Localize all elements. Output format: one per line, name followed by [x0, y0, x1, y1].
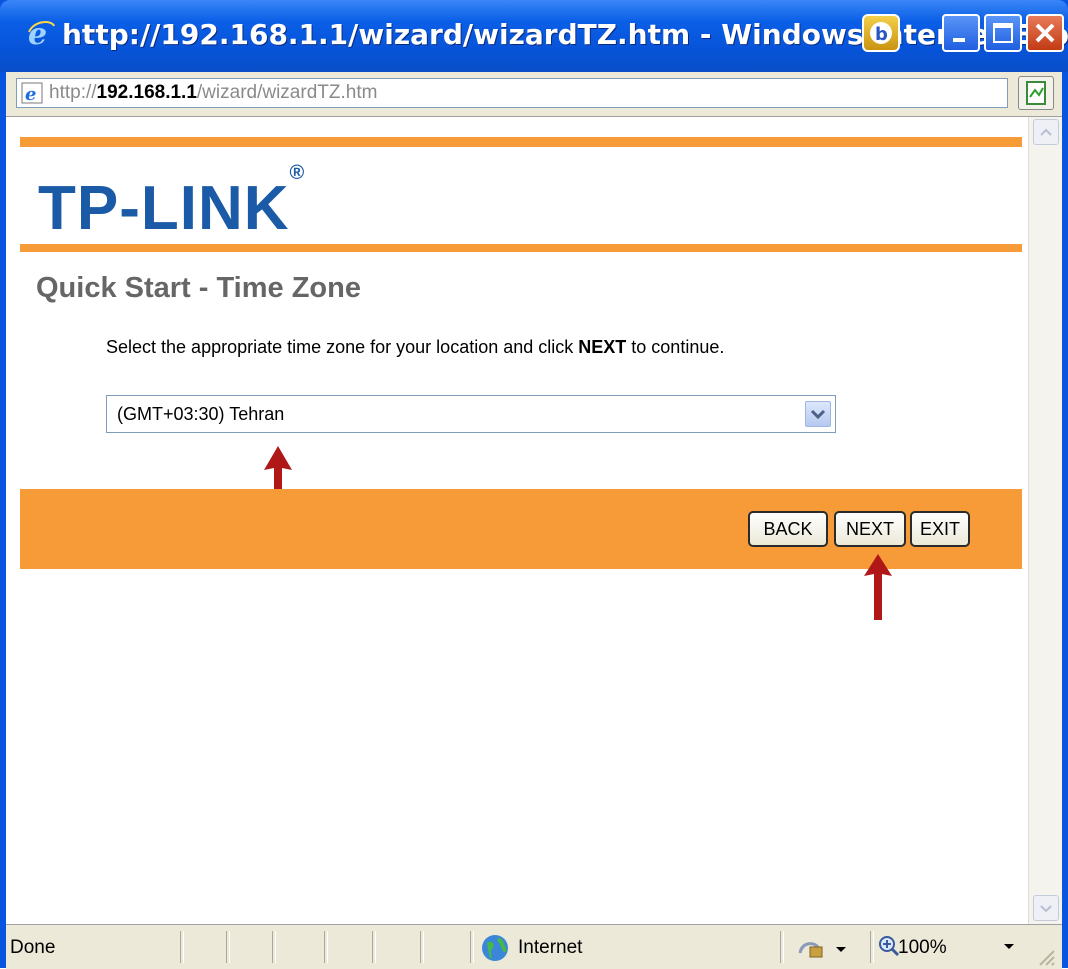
page-viewport: TP-LINK® Quick Start - Time Zone Select … — [6, 117, 1062, 924]
next-button[interactable]: NEXT — [834, 511, 906, 547]
url-field[interactable]: e http://192.168.1.1/wizard/wizardTZ.htm — [16, 78, 1008, 108]
url-host: 192.168.1.1 — [96, 82, 197, 103]
address-bar: e http://192.168.1.1/wizard/wizardTZ.htm — [6, 72, 1062, 117]
page-title: Quick Start - Time Zone — [36, 272, 361, 304]
top-divider — [20, 137, 1022, 147]
scroll-down-icon[interactable] — [1033, 895, 1059, 921]
globe-icon — [482, 935, 508, 961]
page-icon: e — [21, 82, 43, 104]
window-title: http://192.168.1.1/wizard/wizardTZ.htm -… — [62, 18, 1068, 51]
status-text: Done — [10, 937, 56, 958]
maximize-button[interactable] — [984, 14, 1022, 52]
svg-text:e: e — [25, 84, 36, 104]
security-zone[interactable]: Internet — [480, 933, 582, 968]
timezone-select[interactable]: (GMT+03:30) Tehran — [106, 395, 836, 433]
scroll-up-icon[interactable] — [1033, 119, 1059, 145]
logo-divider — [20, 244, 1022, 252]
chevron-down-icon[interactable] — [805, 401, 831, 427]
close-button[interactable] — [1026, 14, 1064, 52]
exit-button[interactable]: EXIT — [910, 511, 970, 547]
ie-icon: e — [28, 18, 55, 48]
vertical-scrollbar[interactable] — [1028, 117, 1062, 924]
bing-toolbar-icon[interactable]: b — [862, 14, 900, 52]
url-scheme: http:// — [49, 82, 97, 103]
browser-window: e http://192.168.1.1/wizard/wizardTZ.htm… — [0, 0, 1068, 969]
back-button[interactable]: BACK — [748, 511, 828, 547]
minimize-button[interactable] — [942, 14, 980, 52]
zoom-icon[interactable] — [878, 935, 900, 957]
resize-grip-icon[interactable] — [1036, 947, 1056, 967]
protected-mode-icon[interactable] — [796, 935, 856, 961]
zoom-level[interactable]: 100% — [898, 937, 947, 959]
zone-label: Internet — [518, 937, 583, 958]
compatibility-view-icon[interactable] — [1018, 76, 1054, 110]
title-bar[interactable]: e http://192.168.1.1/wizard/wizardTZ.htm… — [0, 0, 1068, 72]
instruction-text: Select the appropriate time zone for you… — [106, 337, 725, 357]
zoom-dropdown-icon[interactable] — [1002, 941, 1016, 953]
svg-text:b: b — [875, 24, 888, 45]
timezone-selected-value: (GMT+03:30) Tehran — [117, 404, 285, 424]
annotation-arrow-icon — [864, 554, 892, 620]
tp-link-logo: TP-LINK® — [38, 162, 306, 243]
url-path: /wizard/wizardTZ.htm — [196, 82, 378, 103]
status-bar: Done Internet 100% — [6, 924, 1062, 969]
